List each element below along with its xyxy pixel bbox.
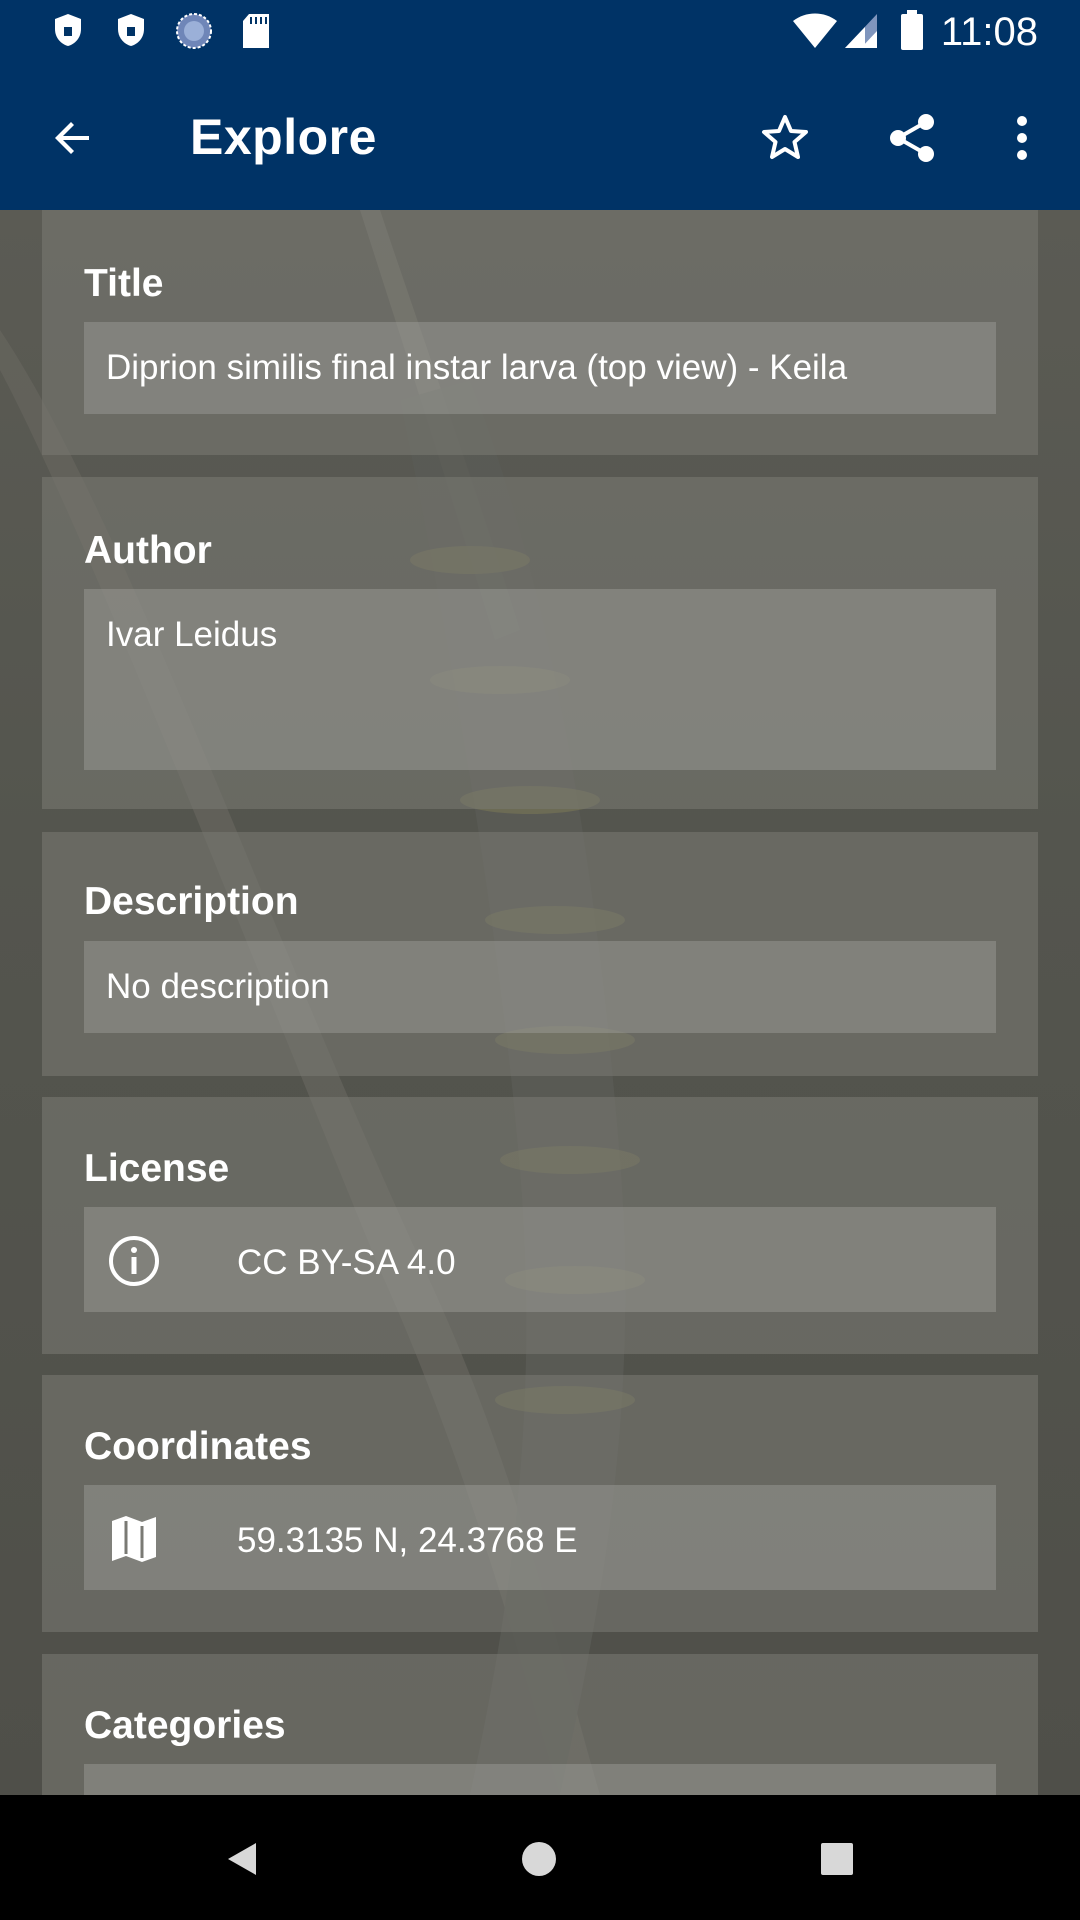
navigation-bar [0, 1795, 1080, 1920]
back-triangle-icon [228, 1843, 256, 1875]
coordinates-card: Coordinates 59.3135 N, 24.3768 E [42, 1375, 1038, 1632]
categories-label: Categories [84, 1704, 286, 1747]
info-icon [109, 1236, 159, 1286]
license-label: License [84, 1147, 230, 1190]
signal-icon [843, 12, 879, 55]
more-options-button[interactable] [987, 103, 1057, 173]
author-card: Author Ivar Leidus [42, 477, 1038, 809]
status-bar: 11:08 [0, 0, 1080, 63]
page-title: Explore [190, 109, 377, 165]
home-circle-icon [522, 1842, 556, 1876]
license-card: License CC BY-SA 4.0 [42, 1097, 1038, 1354]
more-vert-icon [1017, 116, 1027, 160]
title-label: Title [84, 262, 164, 305]
back-arrow-icon [55, 122, 89, 154]
description-field[interactable]: No description [84, 941, 996, 1033]
battery-icon [900, 10, 924, 55]
title-field[interactable]: Diprion similis final instar larva (top … [84, 322, 996, 414]
description-value: No description [106, 967, 330, 1006]
categories-card: Categories [42, 1654, 1038, 1795]
share-icon [890, 114, 934, 162]
share-button[interactable] [877, 103, 947, 173]
author-label: Author [84, 529, 212, 572]
sync-icon [175, 12, 213, 55]
map-icon [112, 1516, 156, 1562]
title-card: Title Diprion similis final instar larva… [42, 210, 1038, 455]
description-label: Description [84, 880, 299, 923]
nav-back-button[interactable] [210, 1827, 274, 1891]
title-value: Diprion similis final instar larva (top … [106, 348, 848, 387]
bookmark-button[interactable] [750, 103, 820, 173]
coordinates-field[interactable]: 59.3135 N, 24.3768 E [84, 1485, 996, 1590]
nav-home-button[interactable] [507, 1827, 571, 1891]
license-value: CC BY-SA 4.0 [237, 1243, 456, 1282]
clock: 11:08 [940, 10, 1038, 54]
author-value: Ivar Leidus [106, 615, 278, 654]
shield-icon [52, 12, 84, 53]
back-button[interactable] [38, 103, 108, 173]
description-card: Description No description [42, 832, 1038, 1076]
star-outline-icon [762, 115, 808, 159]
sd-card-icon [241, 12, 271, 55]
coordinates-value: 59.3135 N, 24.3768 E [237, 1521, 578, 1560]
nav-recents-button[interactable] [805, 1827, 869, 1891]
app-bar: Explore [0, 63, 1080, 210]
shield-icon [115, 12, 147, 53]
recents-square-icon [821, 1843, 853, 1875]
categories-field[interactable] [84, 1764, 996, 1795]
author-field[interactable]: Ivar Leidus [84, 589, 996, 770]
coordinates-label: Coordinates [84, 1425, 312, 1468]
license-field[interactable]: CC BY-SA 4.0 [84, 1207, 996, 1312]
wifi-icon [792, 12, 838, 55]
